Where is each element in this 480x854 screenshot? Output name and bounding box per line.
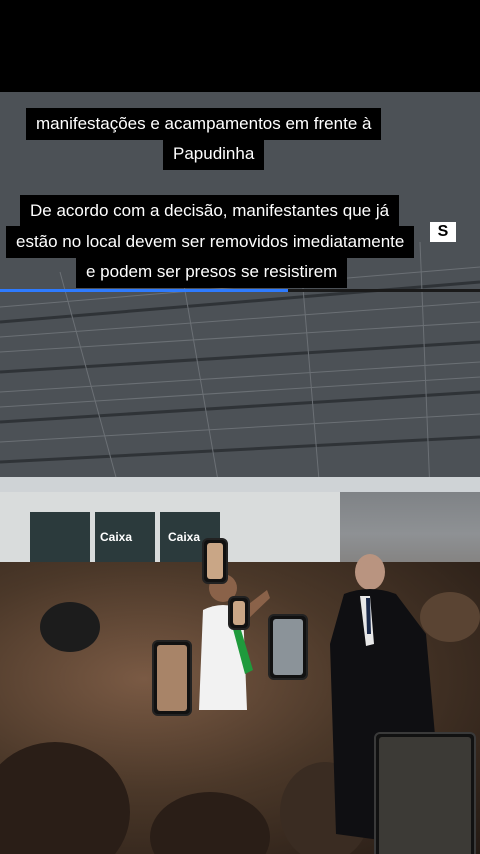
speaker-figure: [199, 574, 270, 710]
caption-line-2: Papudinha: [163, 138, 265, 170]
video-progress-fill: [0, 289, 288, 292]
crowd-head: [0, 742, 130, 854]
video-progress-bar[interactable]: [0, 289, 480, 292]
caption-line-3: De acordo com a decisão, manifestantes q…: [20, 195, 400, 227]
building-window: [30, 512, 90, 564]
crowd-head: [150, 792, 270, 854]
crowd-head: [40, 602, 100, 652]
caixa-sign: Caixa: [168, 530, 201, 544]
raised-phone: [152, 640, 192, 716]
raised-phone: [228, 596, 250, 630]
raised-phone: [268, 614, 308, 680]
caption-line-1: manifestações e acampamentos em frente à: [26, 108, 382, 140]
caption-line-5: e podem ser presos se resistirem: [76, 256, 348, 288]
partial-caption-fragment: S: [430, 222, 456, 242]
caption-line-4: estão no local devem ser removidos imedi…: [6, 226, 415, 258]
caixa-sign: Caixa: [100, 530, 133, 544]
raised-phone: [374, 732, 476, 854]
raised-phone: [202, 538, 228, 584]
